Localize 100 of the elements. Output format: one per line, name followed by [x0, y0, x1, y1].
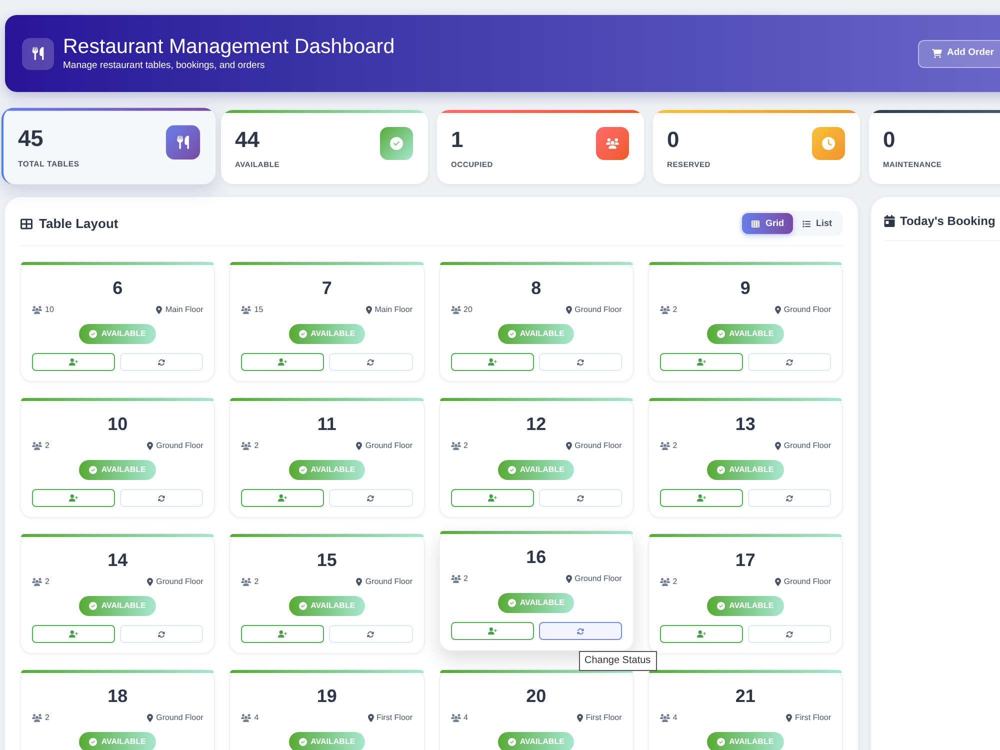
location-text: Ground Floor [365, 576, 412, 588]
assign-guest-button[interactable] [32, 353, 116, 371]
status-text: AVAILABLE [101, 736, 146, 748]
seat-count: 20 [464, 304, 472, 316]
location-text: Main Floor [165, 304, 204, 316]
table-number: 6 [112, 277, 123, 299]
utensils-icon [166, 125, 200, 160]
seat-count: 4 [464, 712, 468, 724]
utensils-icon [22, 38, 54, 70]
map-pin-icon [774, 442, 781, 450]
map-pin-icon [156, 306, 162, 314]
seat-count: 2 [672, 440, 678, 452]
users-icon [596, 127, 629, 160]
location-text: First Floor [586, 712, 622, 724]
user-plus-icon [69, 630, 78, 638]
status-text: AVAILABLE [101, 464, 146, 476]
map-pin-icon [576, 714, 583, 722]
users-icon [660, 578, 670, 586]
status-text: AVAILABLE [310, 736, 356, 748]
user-plus-icon [696, 494, 706, 502]
map-pin-icon [356, 442, 362, 450]
users-icon [32, 306, 42, 314]
seat-count: 2 [254, 440, 259, 452]
clock-icon [812, 127, 845, 160]
map-pin-icon [147, 714, 154, 722]
refresh-icon [367, 494, 374, 502]
tooltip: Change Status [578, 651, 657, 671]
refresh-icon [158, 358, 166, 366]
table-number: 9 [740, 277, 750, 299]
status-text: AVAILABLE [520, 597, 564, 609]
table-grid-icon [20, 218, 33, 230]
view-toggle-tab[interactable]: List [792, 213, 841, 234]
assign-guest-button[interactable] [660, 353, 743, 371]
table-number: 20 [526, 685, 546, 707]
location-text: Ground Floor [156, 440, 204, 452]
location-text: Ground Floor [156, 576, 204, 588]
table-number: 8 [531, 277, 542, 299]
seat-count: 15 [254, 304, 264, 316]
table-number: 11 [317, 413, 336, 435]
users-icon [241, 306, 252, 314]
user-plus-icon [696, 358, 706, 366]
location-text: Ground Floor [574, 440, 622, 452]
refresh-icon [576, 628, 584, 634]
assign-guest-button[interactable] [32, 489, 116, 507]
map-pin-icon [366, 306, 372, 314]
user-plus-icon [69, 358, 78, 366]
grid-icon [751, 220, 760, 228]
panel-title: Today's Booking [900, 213, 996, 230]
assign-guest-button[interactable] [450, 622, 534, 640]
assign-guest-button[interactable] [450, 489, 534, 507]
location-text: Ground Floor [156, 712, 204, 724]
assign-guest-button[interactable] [660, 489, 743, 507]
table-number: 15 [316, 549, 337, 571]
status-text: AVAILABLE [520, 328, 564, 340]
seat-count: 2 [464, 440, 468, 452]
refresh-icon [158, 494, 166, 502]
panel-title: Table Layout [39, 214, 118, 233]
status-text: AVAILABLE [310, 600, 356, 612]
assign-guest-button[interactable] [450, 353, 534, 371]
refresh-icon [576, 358, 584, 366]
view-toggle-tab[interactable]: Grid [742, 213, 793, 234]
table-number: 12 [526, 413, 546, 435]
assign-guest-button[interactable] [241, 625, 324, 643]
calendar-icon [884, 215, 895, 227]
users-icon [450, 306, 460, 314]
location-text: Ground Floor [784, 576, 831, 588]
seat-count: 2 [464, 573, 468, 585]
user-plus-icon [69, 494, 78, 502]
status-text: AVAILABLE [310, 464, 356, 476]
table-number: 18 [108, 685, 128, 707]
map-pin-icon [356, 578, 362, 586]
location-text: Ground Floor [574, 304, 622, 316]
change-status-button[interactable] [538, 622, 622, 640]
refresh-icon [367, 630, 374, 638]
seat-count: 2 [45, 576, 50, 588]
map-pin-icon [566, 442, 572, 450]
seat-count: 4 [672, 712, 678, 724]
location-text: First Floor [795, 712, 831, 724]
users-icon [450, 442, 460, 450]
status-text: AVAILABLE [729, 736, 774, 748]
user-plus-icon [488, 358, 497, 366]
users-icon [241, 714, 252, 722]
status-text: AVAILABLE [310, 328, 356, 340]
user-plus-icon [696, 630, 706, 638]
users-icon [660, 442, 670, 450]
stat-value: 0 [667, 127, 680, 153]
users-icon [32, 714, 42, 722]
seat-count: 2 [254, 576, 259, 588]
table-number: 13 [735, 413, 756, 435]
status-text: AVAILABLE [520, 464, 564, 476]
assign-guest-button[interactable] [660, 625, 743, 643]
users-icon [32, 578, 42, 586]
stat-value: 0 [883, 127, 896, 153]
add-order-button[interactable]: Add Order [918, 40, 1000, 68]
stat-value: 45 [18, 125, 44, 152]
cart-icon [932, 49, 942, 58]
users-icon [660, 714, 670, 722]
assign-guest-button[interactable] [241, 353, 324, 371]
assign-guest-button[interactable] [241, 489, 324, 507]
assign-guest-button[interactable] [32, 625, 116, 643]
